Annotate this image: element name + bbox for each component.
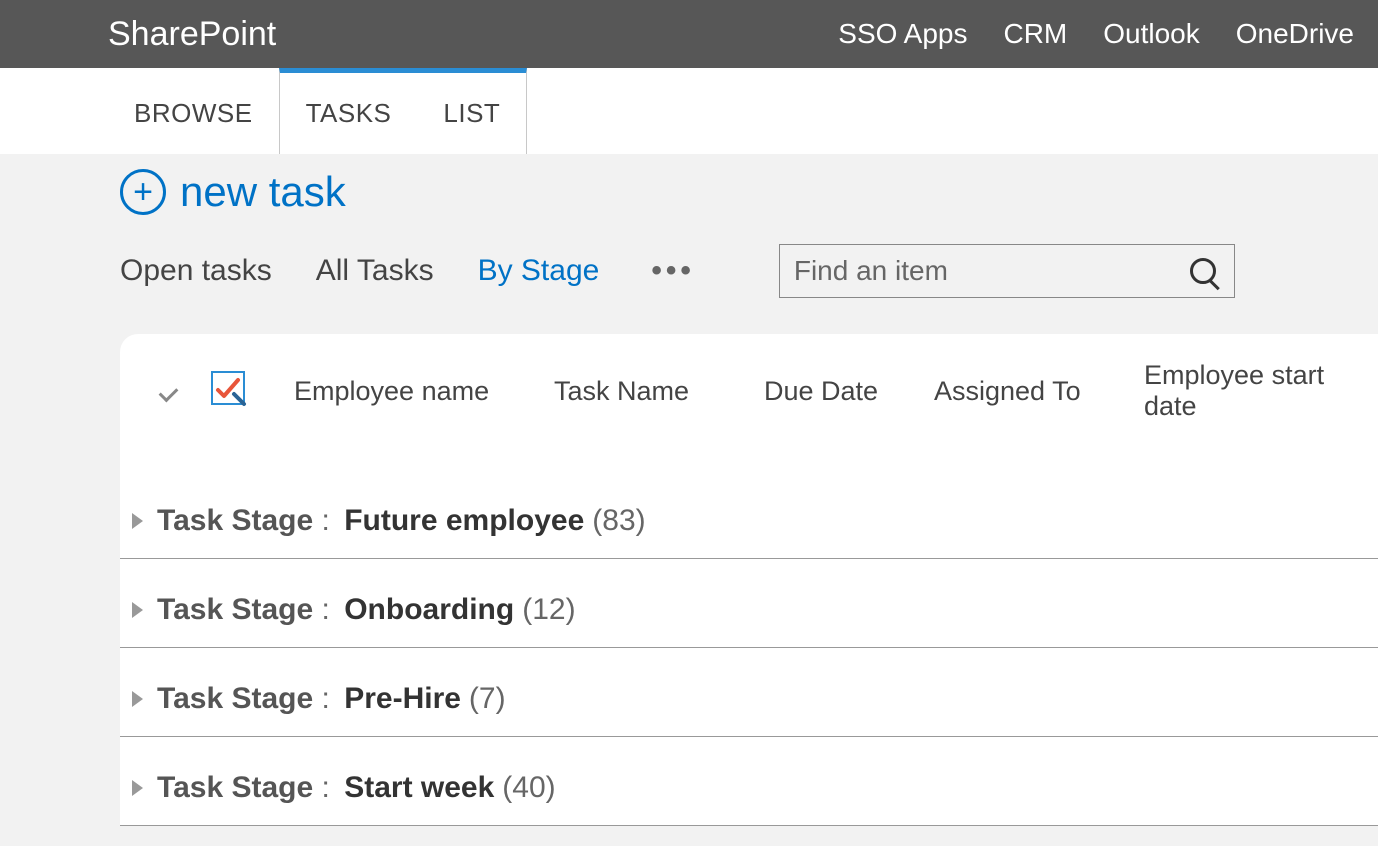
group-colon: : bbox=[313, 682, 338, 716]
group-count: (40) bbox=[502, 771, 555, 805]
list-header: Employee name Task Name Due Date Assigne… bbox=[120, 360, 1378, 450]
group-value: Onboarding bbox=[344, 593, 514, 627]
group-count: (83) bbox=[592, 504, 645, 538]
group-row-onboarding[interactable]: Task Stage : Onboarding (12) bbox=[120, 559, 1378, 648]
page-body: + new task Open tasks All Tasks By Stage… bbox=[0, 154, 1378, 846]
view-open-tasks[interactable]: Open tasks bbox=[120, 254, 272, 288]
column-assigned-to[interactable]: Assigned To bbox=[934, 376, 1144, 407]
checkmark-icon bbox=[161, 382, 187, 400]
ribbon: BROWSE TASKS LIST bbox=[0, 68, 1378, 154]
group-colon: : bbox=[313, 771, 338, 805]
group-label-key: Task Stage bbox=[157, 593, 313, 627]
group-label-key: Task Stage bbox=[157, 771, 313, 805]
column-employee-start-date[interactable]: Employee start date bbox=[1144, 360, 1354, 422]
view-by-stage[interactable]: By Stage bbox=[478, 254, 600, 288]
group-value: Future employee bbox=[344, 504, 584, 538]
new-task-label: new task bbox=[180, 168, 346, 216]
suite-link-outlook[interactable]: Outlook bbox=[1103, 18, 1200, 50]
expand-triangle-icon bbox=[132, 691, 143, 707]
ribbon-tabgroup-tasks: TASKS LIST bbox=[279, 68, 528, 154]
views-row: Open tasks All Tasks By Stage ••• bbox=[120, 244, 1378, 298]
group-row-pre-hire[interactable]: Task Stage : Pre-Hire (7) bbox=[120, 648, 1378, 737]
new-task-button[interactable]: + new task bbox=[120, 168, 1378, 216]
group-label-key: Task Stage bbox=[157, 682, 313, 716]
task-list-icon bbox=[208, 368, 248, 415]
suite-link-sso-apps[interactable]: SSO Apps bbox=[838, 18, 967, 50]
column-task-name[interactable]: Task Name bbox=[554, 376, 764, 407]
group-value: Start week bbox=[344, 771, 494, 805]
search-input[interactable] bbox=[794, 255, 1190, 287]
group-label-key: Task Stage bbox=[157, 504, 313, 538]
plus-circle-icon: + bbox=[120, 169, 166, 215]
column-due-date[interactable]: Due Date bbox=[764, 376, 934, 407]
group-row-future-employee[interactable]: Task Stage : Future employee (83) bbox=[120, 450, 1378, 559]
suite-title: SharePoint bbox=[108, 15, 276, 54]
search-icon[interactable] bbox=[1190, 258, 1216, 284]
group-count: (7) bbox=[469, 682, 506, 716]
column-select-all[interactable] bbox=[144, 382, 204, 400]
column-task-type[interactable] bbox=[204, 368, 294, 415]
group-colon: : bbox=[313, 593, 338, 627]
ribbon-tab-browse[interactable]: BROWSE bbox=[108, 68, 279, 154]
ribbon-tab-list[interactable]: LIST bbox=[417, 73, 526, 154]
list-container: Employee name Task Name Due Date Assigne… bbox=[120, 334, 1378, 826]
expand-triangle-icon bbox=[132, 602, 143, 618]
group-count: (12) bbox=[522, 593, 575, 627]
group-row-start-week[interactable]: Task Stage : Start week (40) bbox=[120, 737, 1378, 826]
expand-triangle-icon bbox=[132, 513, 143, 529]
suite-bar: SharePoint SSO Apps CRM Outlook OneDrive bbox=[0, 0, 1378, 68]
suite-links: SSO Apps CRM Outlook OneDrive bbox=[838, 18, 1354, 50]
view-all-tasks[interactable]: All Tasks bbox=[316, 254, 434, 288]
column-employee-name[interactable]: Employee name bbox=[294, 376, 554, 407]
suite-link-crm[interactable]: CRM bbox=[1003, 18, 1067, 50]
expand-triangle-icon bbox=[132, 780, 143, 796]
suite-link-onedrive[interactable]: OneDrive bbox=[1236, 18, 1354, 50]
search-box[interactable] bbox=[779, 244, 1235, 298]
group-colon: : bbox=[313, 504, 338, 538]
ribbon-tab-tasks[interactable]: TASKS bbox=[280, 73, 418, 154]
views-more-icon[interactable]: ••• bbox=[651, 254, 695, 288]
group-value: Pre-Hire bbox=[344, 682, 461, 716]
content: + new task Open tasks All Tasks By Stage… bbox=[0, 168, 1378, 826]
